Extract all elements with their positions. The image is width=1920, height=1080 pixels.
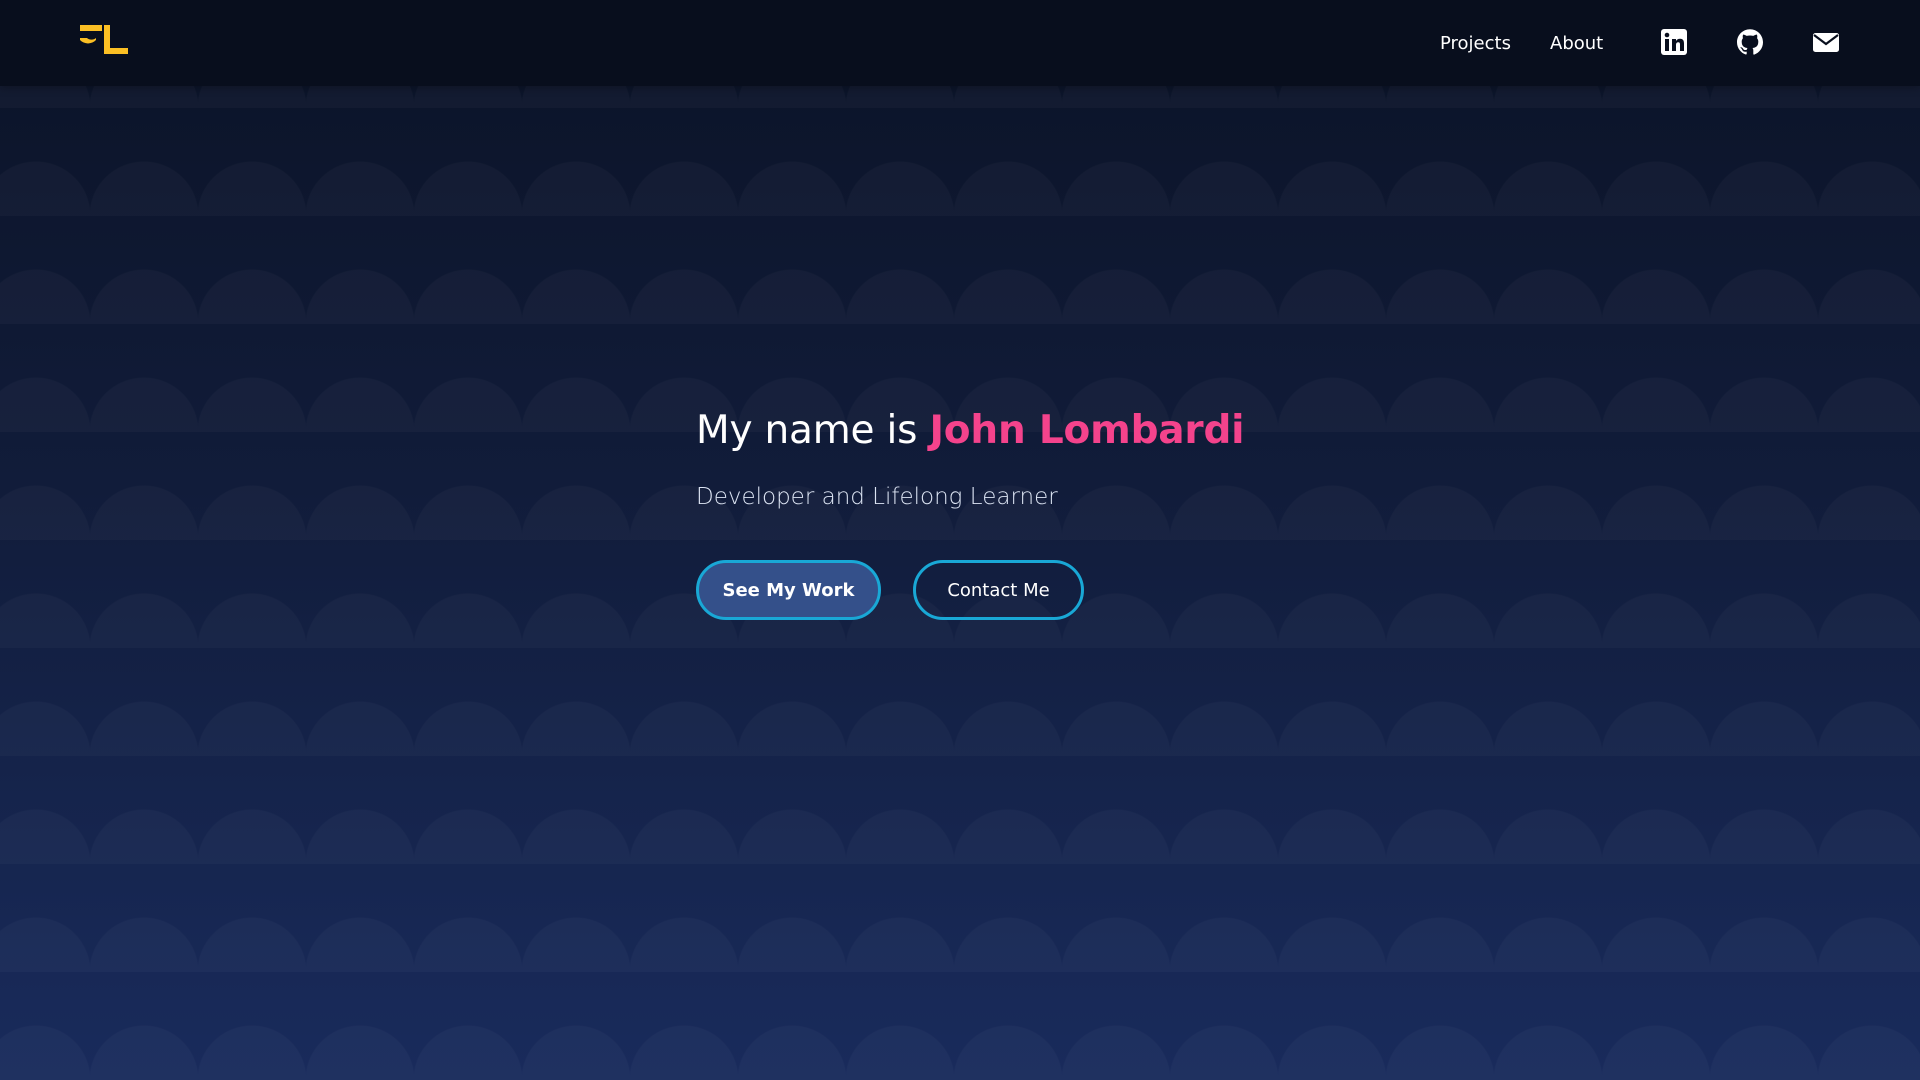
jl-logo[interactable] <box>79 24 129 56</box>
linkedin-icon <box>1661 29 1687 55</box>
hero-actions: See My Work Contact Me <box>696 560 1256 620</box>
email-link[interactable] <box>1812 28 1840 56</box>
hero-name: John Lombardi <box>929 408 1245 453</box>
github-link[interactable] <box>1736 28 1764 56</box>
hero-section: My name is John Lombardi Developer and L… <box>696 408 1256 620</box>
linkedin-link[interactable] <box>1660 28 1688 56</box>
mail-icon <box>1813 33 1839 52</box>
hero-title: My name is John Lombardi <box>696 408 1256 453</box>
portfolio-page: Projects About My name is John Lombardi … <box>0 0 1920 1080</box>
top-navigation-bar: Projects About <box>0 0 1920 86</box>
contact-me-button[interactable]: Contact Me <box>913 560 1084 620</box>
hero-title-prefix: My name is <box>696 408 918 453</box>
jl-monogram-logo <box>80 25 128 54</box>
nav-about-link[interactable]: About <box>1550 33 1603 54</box>
github-icon <box>1737 29 1763 55</box>
see-my-work-button[interactable]: See My Work <box>696 560 881 620</box>
hero-subtitle: Developer and Lifelong Learner <box>696 483 1058 510</box>
nav-projects-link[interactable]: Projects <box>1440 33 1511 54</box>
